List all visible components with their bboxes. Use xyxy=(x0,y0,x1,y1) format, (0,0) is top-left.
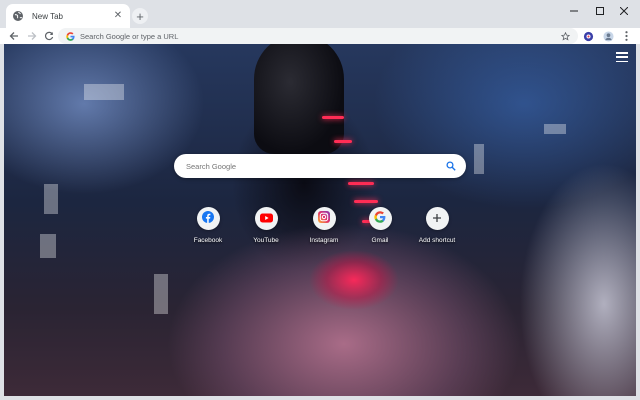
shortcut-label: Instagram xyxy=(309,237,339,244)
reload-icon[interactable] xyxy=(41,28,57,44)
shortcut-tile[interactable] xyxy=(368,207,392,230)
background-neon-stripe xyxy=(354,200,378,203)
background-decoration xyxy=(44,184,58,214)
background-decoration xyxy=(544,124,566,134)
search-input[interactable] xyxy=(186,161,446,171)
extension-icon[interactable] xyxy=(582,30,594,42)
shortcut-youtube[interactable]: YouTube xyxy=(238,207,294,244)
shortcut-tile[interactable] xyxy=(312,207,336,230)
shortcut-tile[interactable] xyxy=(196,207,220,230)
shortcut-label: Add shortcut xyxy=(418,237,456,244)
close-icon[interactable]: ✕ xyxy=(112,10,124,22)
background-neon-stripe xyxy=(322,116,344,119)
toolbar: Search Google or type a URL xyxy=(0,28,640,44)
background-decoration xyxy=(40,234,56,258)
background-neon-stripe xyxy=(348,182,374,185)
background-decoration xyxy=(154,274,168,314)
facebook-icon xyxy=(202,210,214,228)
search-box[interactable] xyxy=(174,154,466,178)
maximize-icon[interactable] xyxy=(590,4,610,18)
instagram-icon xyxy=(318,210,330,228)
shortcut-instagram[interactable]: Instagram xyxy=(296,207,352,244)
shortcut-facebook[interactable]: Facebook xyxy=(180,207,236,244)
globe-icon xyxy=(12,10,24,22)
shortcut-tile[interactable] xyxy=(425,207,449,230)
google-icon xyxy=(374,210,386,228)
shortcut-gmail[interactable]: Gmail xyxy=(352,207,408,244)
minimize-icon[interactable] xyxy=(564,4,584,18)
background-rider-silhouette xyxy=(254,44,344,154)
shortcut-add[interactable]: Add shortcut xyxy=(409,207,465,244)
omnibox-input[interactable]: Search Google or type a URL xyxy=(80,32,560,41)
avatar-icon[interactable] xyxy=(602,30,614,42)
window-close-icon[interactable] xyxy=(614,4,634,18)
omnibox[interactable]: Search Google or type a URL xyxy=(58,28,578,44)
forward-arrow-icon[interactable] xyxy=(24,28,40,44)
youtube-icon xyxy=(259,210,273,228)
shortcut-label: Gmail xyxy=(371,237,389,244)
shortcuts-row: Facebook YouTube Instagram Gmail Add sho… xyxy=(180,207,470,257)
star-icon[interactable] xyxy=(560,31,570,41)
tab-new-tab[interactable]: New Tab ✕ xyxy=(6,4,130,28)
tab-title: New Tab xyxy=(32,11,63,21)
plus-icon xyxy=(432,210,442,228)
shortcut-tile[interactable] xyxy=(254,207,278,230)
tab-strip: New Tab ✕ + xyxy=(0,0,640,28)
new-tab-button[interactable]: + xyxy=(132,8,148,24)
shortcut-label: Facebook xyxy=(193,237,223,244)
hamburger-menu-icon[interactable] xyxy=(616,52,628,62)
new-tab-page: Facebook YouTube Instagram xyxy=(4,44,636,396)
background-decoration xyxy=(474,144,484,174)
google-g-icon xyxy=(66,31,75,41)
more-vert-icon[interactable] xyxy=(620,30,632,42)
shortcut-label: YouTube xyxy=(253,237,279,244)
background-neon-stripe xyxy=(334,140,352,143)
search-icon[interactable] xyxy=(446,161,456,171)
background-decoration xyxy=(84,84,124,100)
back-arrow-icon[interactable] xyxy=(6,28,22,44)
